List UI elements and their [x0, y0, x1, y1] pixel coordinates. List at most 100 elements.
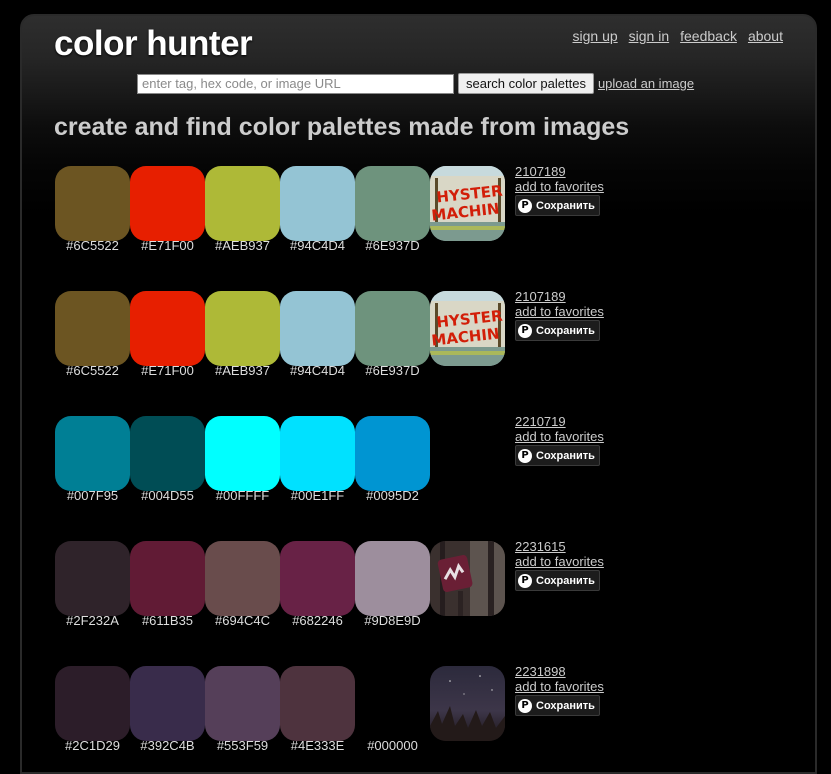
color-chip[interactable]	[205, 291, 280, 366]
color-swatch[interactable]: #9D8E9D	[355, 541, 430, 628]
pinterest-save-button[interactable]: P Сохранить	[515, 320, 600, 341]
color-chip[interactable]	[355, 416, 430, 491]
add-to-favorites-link[interactable]: add to favorites	[515, 179, 604, 194]
pinterest-save-button[interactable]: P Сохранить	[515, 570, 600, 591]
color-chip[interactable]	[130, 291, 205, 366]
color-swatch[interactable]: #553F59	[205, 666, 280, 753]
color-swatch[interactable]: #4E333E	[280, 666, 355, 753]
source-image-thumbnail[interactable]	[430, 666, 505, 741]
color-chip[interactable]	[55, 166, 130, 241]
pinterest-save-label: Сохранить	[536, 449, 595, 462]
search-input[interactable]	[137, 73, 454, 94]
pinterest-save-label: Сохранить	[536, 574, 595, 587]
palette-info: 2231898 add to favorites P Сохранить	[515, 664, 604, 716]
color-chip[interactable]	[355, 291, 430, 366]
color-chip[interactable]	[355, 666, 430, 741]
pinterest-save-label: Сохранить	[536, 324, 595, 337]
color-swatch[interactable]: #682246	[280, 541, 355, 628]
hex-code-label: #9D8E9D	[364, 613, 421, 628]
color-chip[interactable]	[205, 166, 280, 241]
pinterest-save-button[interactable]: P Сохранить	[515, 195, 600, 216]
color-swatch[interactable]: #0095D2	[355, 416, 430, 503]
add-to-favorites-link[interactable]: add to favorites	[515, 679, 604, 694]
color-chip[interactable]	[205, 416, 280, 491]
color-chip[interactable]	[355, 541, 430, 616]
nav-feedback[interactable]: feedback	[680, 28, 737, 44]
pinterest-save-label: Сохранить	[536, 199, 595, 212]
pinterest-save-button[interactable]: P Сохранить	[515, 445, 600, 466]
search-color-palettes-button[interactable]: search color palettes	[458, 73, 594, 94]
search-bar: search color palettes upload an image	[137, 73, 694, 94]
color-swatch[interactable]: #611B35	[130, 541, 205, 628]
hex-code-label: #6E937D	[365, 363, 420, 378]
color-swatch[interactable]: #2F232A	[55, 541, 130, 628]
source-image-thumbnail[interactable]: HYSTER MACHIN	[430, 291, 505, 366]
color-chip[interactable]	[280, 666, 355, 741]
color-swatch[interactable]: #6C5522	[55, 291, 130, 378]
pinterest-save-button[interactable]: P Сохранить	[515, 695, 600, 716]
nav-sign-in[interactable]: sign in	[629, 28, 669, 44]
color-chip[interactable]	[355, 166, 430, 241]
source-image-thumbnail[interactable]	[430, 541, 505, 616]
add-to-favorites-link[interactable]: add to favorites	[515, 304, 604, 319]
color-chip[interactable]	[55, 291, 130, 366]
upload-image-link[interactable]: upload an image	[598, 76, 694, 91]
palette-id-link[interactable]: 2210719	[515, 414, 604, 429]
color-chip[interactable]	[55, 541, 130, 616]
color-swatch[interactable]: #392C4B	[130, 666, 205, 753]
hex-code-label: #000000	[367, 738, 418, 753]
palette-id-link[interactable]: 2231898	[515, 664, 604, 679]
pinterest-icon: P	[518, 448, 532, 463]
color-swatch[interactable]: #2C1D29	[55, 666, 130, 753]
top-nav: sign up sign in feedback about	[573, 28, 784, 44]
color-swatch[interactable]: #6C5522	[55, 166, 130, 253]
color-chip[interactable]	[130, 541, 205, 616]
color-chip[interactable]	[280, 166, 355, 241]
color-swatch[interactable]: #007F95	[55, 416, 130, 503]
color-chip[interactable]	[280, 416, 355, 491]
nav-sign-up[interactable]: sign up	[573, 28, 618, 44]
pinterest-icon: P	[518, 323, 532, 338]
palette-row: #2F232A #611B35 #694C4C #682246 #9D8E9D 22316…	[55, 539, 675, 636]
color-swatch[interactable]: #00FFFF	[205, 416, 280, 503]
palette-row: #007F95 #004D55 #00FFFF #00E1FF #0095D2 22107…	[55, 414, 675, 511]
pinterest-save-label: Сохранить	[536, 699, 595, 712]
color-swatch[interactable]: #94C4D4	[280, 291, 355, 378]
color-chip[interactable]	[205, 541, 280, 616]
color-swatch[interactable]: #AEB937	[205, 166, 280, 253]
palette-id-link[interactable]: 2107189	[515, 289, 604, 304]
color-chip[interactable]	[130, 666, 205, 741]
color-chip[interactable]	[130, 166, 205, 241]
color-swatch[interactable]: #6E937D	[355, 291, 430, 378]
color-swatch[interactable]: #694C4C	[205, 541, 280, 628]
color-chip[interactable]	[280, 291, 355, 366]
color-swatch[interactable]: #E71F00	[130, 166, 205, 253]
add-to-favorites-link[interactable]: add to favorites	[515, 429, 604, 444]
color-swatch[interactable]: #E71F00	[130, 291, 205, 378]
color-chip[interactable]	[55, 666, 130, 741]
palette-info: 2107189 add to favorites P Сохранить	[515, 289, 604, 341]
page-title: create and find color palettes made from…	[54, 113, 630, 141]
palette-info: 2231615 add to favorites P Сохранить	[515, 539, 604, 591]
color-chip[interactable]	[280, 541, 355, 616]
color-swatch[interactable]: #AEB937	[205, 291, 280, 378]
color-chip[interactable]	[130, 416, 205, 491]
palette-id-link[interactable]: 2107189	[515, 164, 604, 179]
color-chip[interactable]	[205, 666, 280, 741]
color-swatch[interactable]: #6E937D	[355, 166, 430, 253]
hex-code-label: #6E937D	[365, 238, 420, 253]
palette-row: #6C5522 #E71F00 #AEB937 #94C4D4 #6E937D HYSTE…	[55, 289, 675, 386]
pinterest-icon: P	[518, 198, 532, 213]
color-chip[interactable]	[55, 416, 130, 491]
color-swatch[interactable]: #94C4D4	[280, 166, 355, 253]
add-to-favorites-link[interactable]: add to favorites	[515, 554, 604, 569]
hex-code-label: #0095D2	[366, 488, 419, 503]
color-swatch[interactable]: #00E1FF	[280, 416, 355, 503]
color-swatch[interactable]: #000000	[355, 666, 430, 753]
source-image-thumbnail[interactable]: HYSTER MACHIN	[430, 166, 505, 241]
nav-about[interactable]: about	[748, 28, 783, 44]
color-swatch[interactable]: #004D55	[130, 416, 205, 503]
palette-id-link[interactable]: 2231615	[515, 539, 604, 554]
palette-info: 2107189 add to favorites P Сохранить	[515, 164, 604, 216]
site-logo[interactable]: color hunter	[54, 24, 253, 64]
